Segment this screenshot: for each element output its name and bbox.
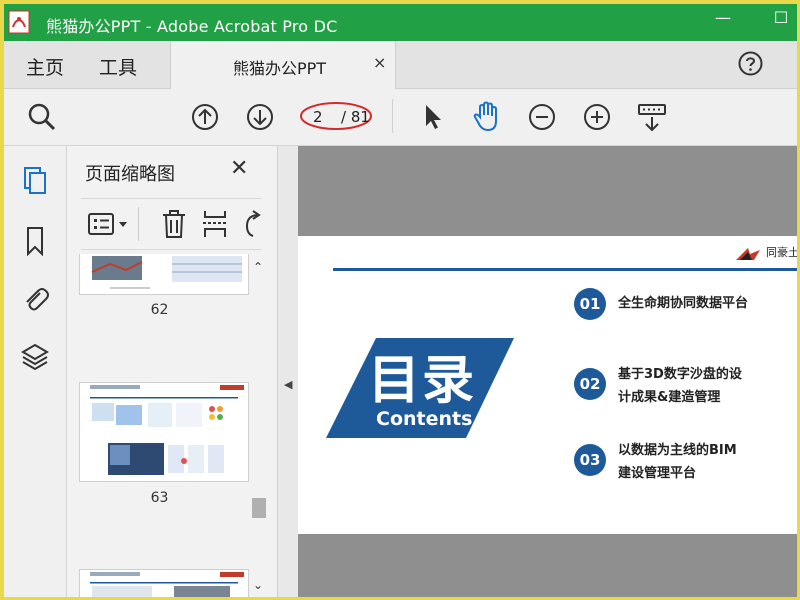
document-view: ◀ 同豪土 目录 Contents 01 全生命期协同数据平台 02 基于3D数…	[278, 146, 797, 597]
banner-title: 目录	[368, 351, 477, 411]
document-tab[interactable]: 熊猫办公PPT ×	[170, 41, 396, 89]
brand-logo: 同豪土	[734, 244, 797, 262]
delete-page-icon[interactable]	[161, 209, 187, 239]
thumbnail-page-64[interactable]	[79, 569, 249, 597]
brand-text: 同豪土	[766, 246, 797, 259]
thumbnails-panel: 页面缩略图 ✕ 62 63 ⌃ ⌄	[67, 146, 278, 597]
help-icon[interactable]	[738, 51, 763, 76]
navigation-rail	[4, 146, 67, 597]
page-thumbnails-icon[interactable]	[21, 166, 49, 196]
current-page-input[interactable]: 2	[313, 108, 323, 126]
options-menu-icon[interactable]	[87, 211, 131, 237]
thumbnail-preview	[90, 385, 244, 475]
brand-logo-mark	[736, 248, 760, 260]
thumbnail-page-63[interactable]	[79, 382, 249, 482]
bookmark-icon[interactable]	[21, 226, 49, 256]
page-number-field[interactable]: 2 / 81	[299, 101, 373, 131]
thumbnail-scrollbar[interactable]: ⌃ ⌄	[250, 258, 268, 595]
toc-item-line: 计成果&建造管理	[618, 390, 721, 405]
tab-bar: 主页 工具 熊猫办公PPT ×	[4, 41, 797, 89]
keyboard-scroll-icon[interactable]	[637, 103, 667, 133]
header-rule	[333, 268, 797, 271]
banner-subtitle: Contents	[376, 408, 473, 430]
acrobat-app-icon	[8, 10, 30, 34]
title-bar: 熊猫办公PPT - Adobe Acrobat Pro DC — ☐	[4, 4, 797, 41]
zoom-out-icon[interactable]	[528, 103, 556, 131]
toolbar-divider	[392, 99, 393, 133]
select-cursor-icon[interactable]	[422, 103, 444, 131]
document-page: 同豪土 目录 Contents 01 全生命期协同数据平台 02 基于3D数字沙…	[298, 236, 797, 534]
toc-number-badge: 01	[574, 288, 606, 320]
toc-item-line: 建设管理平台	[618, 466, 697, 481]
search-icon[interactable]	[26, 101, 58, 133]
tab-home[interactable]: 主页	[26, 53, 64, 80]
page-up-icon[interactable]	[191, 103, 219, 131]
maximize-button[interactable]: ☐	[770, 8, 792, 34]
thumbnail-label-62: 62	[150, 302, 169, 318]
toolbar: 2 / 81	[4, 89, 797, 146]
close-tab-icon[interactable]: ×	[373, 53, 386, 72]
scroll-down-icon[interactable]: ⌄	[253, 578, 263, 592]
panel-toolbar-divider	[138, 207, 139, 241]
close-panel-icon[interactable]: ✕	[230, 156, 248, 181]
window-title: 熊猫办公PPT - Adobe Acrobat Pro DC	[46, 17, 338, 36]
thumbnail-label-63: 63	[150, 490, 169, 506]
scrollbar-thumb[interactable]	[252, 498, 266, 518]
minimize-button[interactable]: —	[712, 8, 734, 34]
thumbnail-preview	[90, 572, 244, 597]
thumbnail-preview	[91, 256, 242, 289]
zoom-in-icon[interactable]	[583, 103, 611, 131]
toc-number-badge: 02	[574, 368, 606, 400]
toc-item-line: 以数据为主线的BIM	[618, 443, 737, 458]
document-tab-label: 熊猫办公PPT	[233, 59, 327, 78]
thumbnail-page-62[interactable]	[79, 254, 249, 295]
panel-toolbar	[81, 198, 261, 250]
layers-icon[interactable]	[21, 342, 49, 372]
acrobat-window: 熊猫办公PPT - Adobe Acrobat Pro DC — ☐ 主页 工具…	[4, 4, 797, 597]
scroll-up-icon[interactable]: ⌃	[253, 260, 263, 274]
insert-page-icon[interactable]	[202, 209, 228, 239]
attachment-icon[interactable]	[21, 283, 49, 313]
page-down-icon[interactable]	[246, 103, 274, 131]
toc-item-line: 基于3D数字沙盘的设	[618, 367, 742, 382]
hand-tool-icon[interactable]	[472, 101, 502, 133]
toc-item-line: 全生命期协同数据平台	[618, 296, 749, 311]
total-pages: / 81	[341, 108, 370, 126]
rotate-page-icon[interactable]	[241, 209, 263, 239]
panel-title: 页面缩略图	[85, 164, 175, 185]
collapse-arrow-icon[interactable]: ◀	[284, 378, 292, 391]
contents-banner: 目录 Contents	[326, 338, 516, 438]
thumbnail-list: 62 63	[67, 254, 252, 597]
tab-tools[interactable]: 工具	[99, 53, 137, 80]
toc-number-badge: 03	[574, 444, 606, 476]
collapse-panel-handle[interactable]: ◀	[278, 146, 298, 597]
